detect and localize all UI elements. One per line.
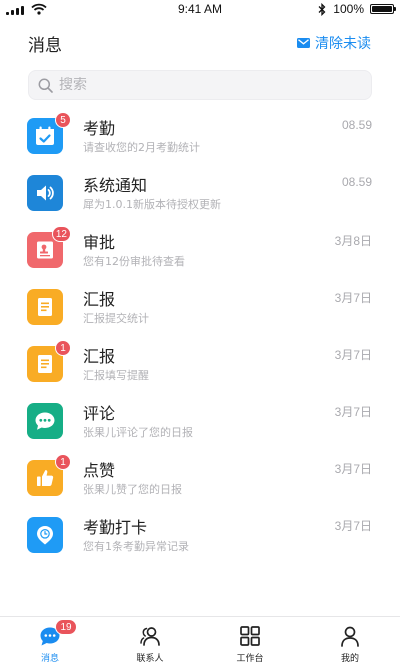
bluetooth-icon [318,3,326,16]
message-item-attendance[interactable]: 5 考勤 请查收您的2月考勤统计 08.59 [0,108,400,165]
message-title: 汇报 [83,347,116,366]
message-time: 08.59 [341,118,372,132]
message-subtitle: 犀为1.0.1新版本待授权更新 [83,198,221,211]
search-bar[interactable] [28,70,372,100]
message-title: 考勤 [83,119,116,138]
unread-badge: 1 [55,340,71,356]
message-time: 3月7日 [334,348,372,362]
mark-all-read-button[interactable]: 清除未读 [297,33,371,53]
message-subtitle: 张果儿赞了您的日报 [83,483,182,496]
search-icon [38,78,53,93]
speaker-icon [27,175,63,211]
location-clock-icon [27,517,63,553]
message-title: 汇报 [83,290,116,309]
contacts-icon [138,624,162,648]
battery-percent: 100% [333,2,364,16]
battery-icon [370,4,396,14]
message-list: 5 考勤 请查收您的2月考勤统计 08.59 系统通知 犀为1.0.1新版本待授… [0,108,400,564]
search-input[interactable] [59,77,349,93]
message-title: 系统通知 [83,176,148,195]
message-title: 考勤打卡 [83,518,148,537]
status-bar: 9:41 AM 100% [0,0,400,20]
tab-badge: 19 [55,619,77,635]
tab-label: 我的 [340,654,359,664]
message-time: 3月7日 [334,405,372,419]
mail-icon [297,38,310,48]
calendar-check-icon: 5 [27,112,71,154]
message-item-report-stats[interactable]: 汇报 汇报提交统计 3月7日 [0,279,400,336]
message-title: 点赞 [83,461,116,480]
page-title: 消息 [28,36,62,56]
grid-icon [238,624,262,648]
message-subtitle: 您有12份审批待查看 [83,255,185,268]
user-icon [338,624,362,648]
tab-workbench[interactable]: 工作台 [200,617,300,667]
message-item-report-reminder[interactable]: 1 汇报 汇报填写提醒 3月7日 [0,336,400,393]
tab-label: 联系人 [136,654,164,664]
tab-label: 消息 [40,654,59,664]
message-item-comment[interactable]: 评论 张果儿评论了您的日报 3月7日 [0,393,400,450]
message-title: 审批 [83,233,116,252]
unread-badge: 5 [55,112,71,128]
report-document-icon: 1 [27,340,71,382]
message-subtitle: 张果儿评论了您的日报 [83,426,193,439]
message-time: 3月8日 [334,234,372,248]
message-item-attendance-clock-in[interactable]: 考勤打卡 您有1条考勤异常记录 3月7日 [0,507,400,564]
unread-badge: 1 [55,454,71,470]
message-subtitle: 汇报填写提醒 [83,369,149,382]
tab-contacts[interactable]: 联系人 [100,617,200,667]
message-item-system-notice[interactable]: 系统通知 犀为1.0.1新版本待授权更新 08.59 [0,165,400,222]
message-subtitle: 汇报提交统计 [83,312,149,325]
message-title: 评论 [83,404,116,423]
message-subtitle: 请查收您的2月考勤统计 [83,141,200,154]
approval-stamp-icon: 12 [27,226,71,268]
tab-label: 工作台 [236,654,264,664]
unread-badge: 12 [51,226,71,242]
bottom-tab-bar: 19 消息 联系人 工作台 我的 [0,616,400,667]
message-subtitle: 您有1条考勤异常记录 [83,540,189,553]
message-time: 3月7日 [334,519,372,533]
report-document-icon [27,289,63,325]
thumbs-up-icon: 1 [27,454,71,496]
message-time: 3月7日 [334,462,372,476]
message-time: 08.59 [341,175,372,189]
message-item-approval[interactable]: 12 审批 您有12份审批待查看 3月8日 [0,222,400,279]
comment-bubble-icon [27,403,63,439]
message-item-like[interactable]: 1 点赞 张果儿赞了您的日报 3月7日 [0,450,400,507]
message-time: 3月7日 [334,291,372,305]
tab-messages[interactable]: 19 消息 [0,617,100,667]
tab-profile[interactable]: 我的 [300,617,400,667]
mark-all-read-label: 清除未读 [315,36,371,52]
chat-bubble-icon: 19 [38,619,77,648]
